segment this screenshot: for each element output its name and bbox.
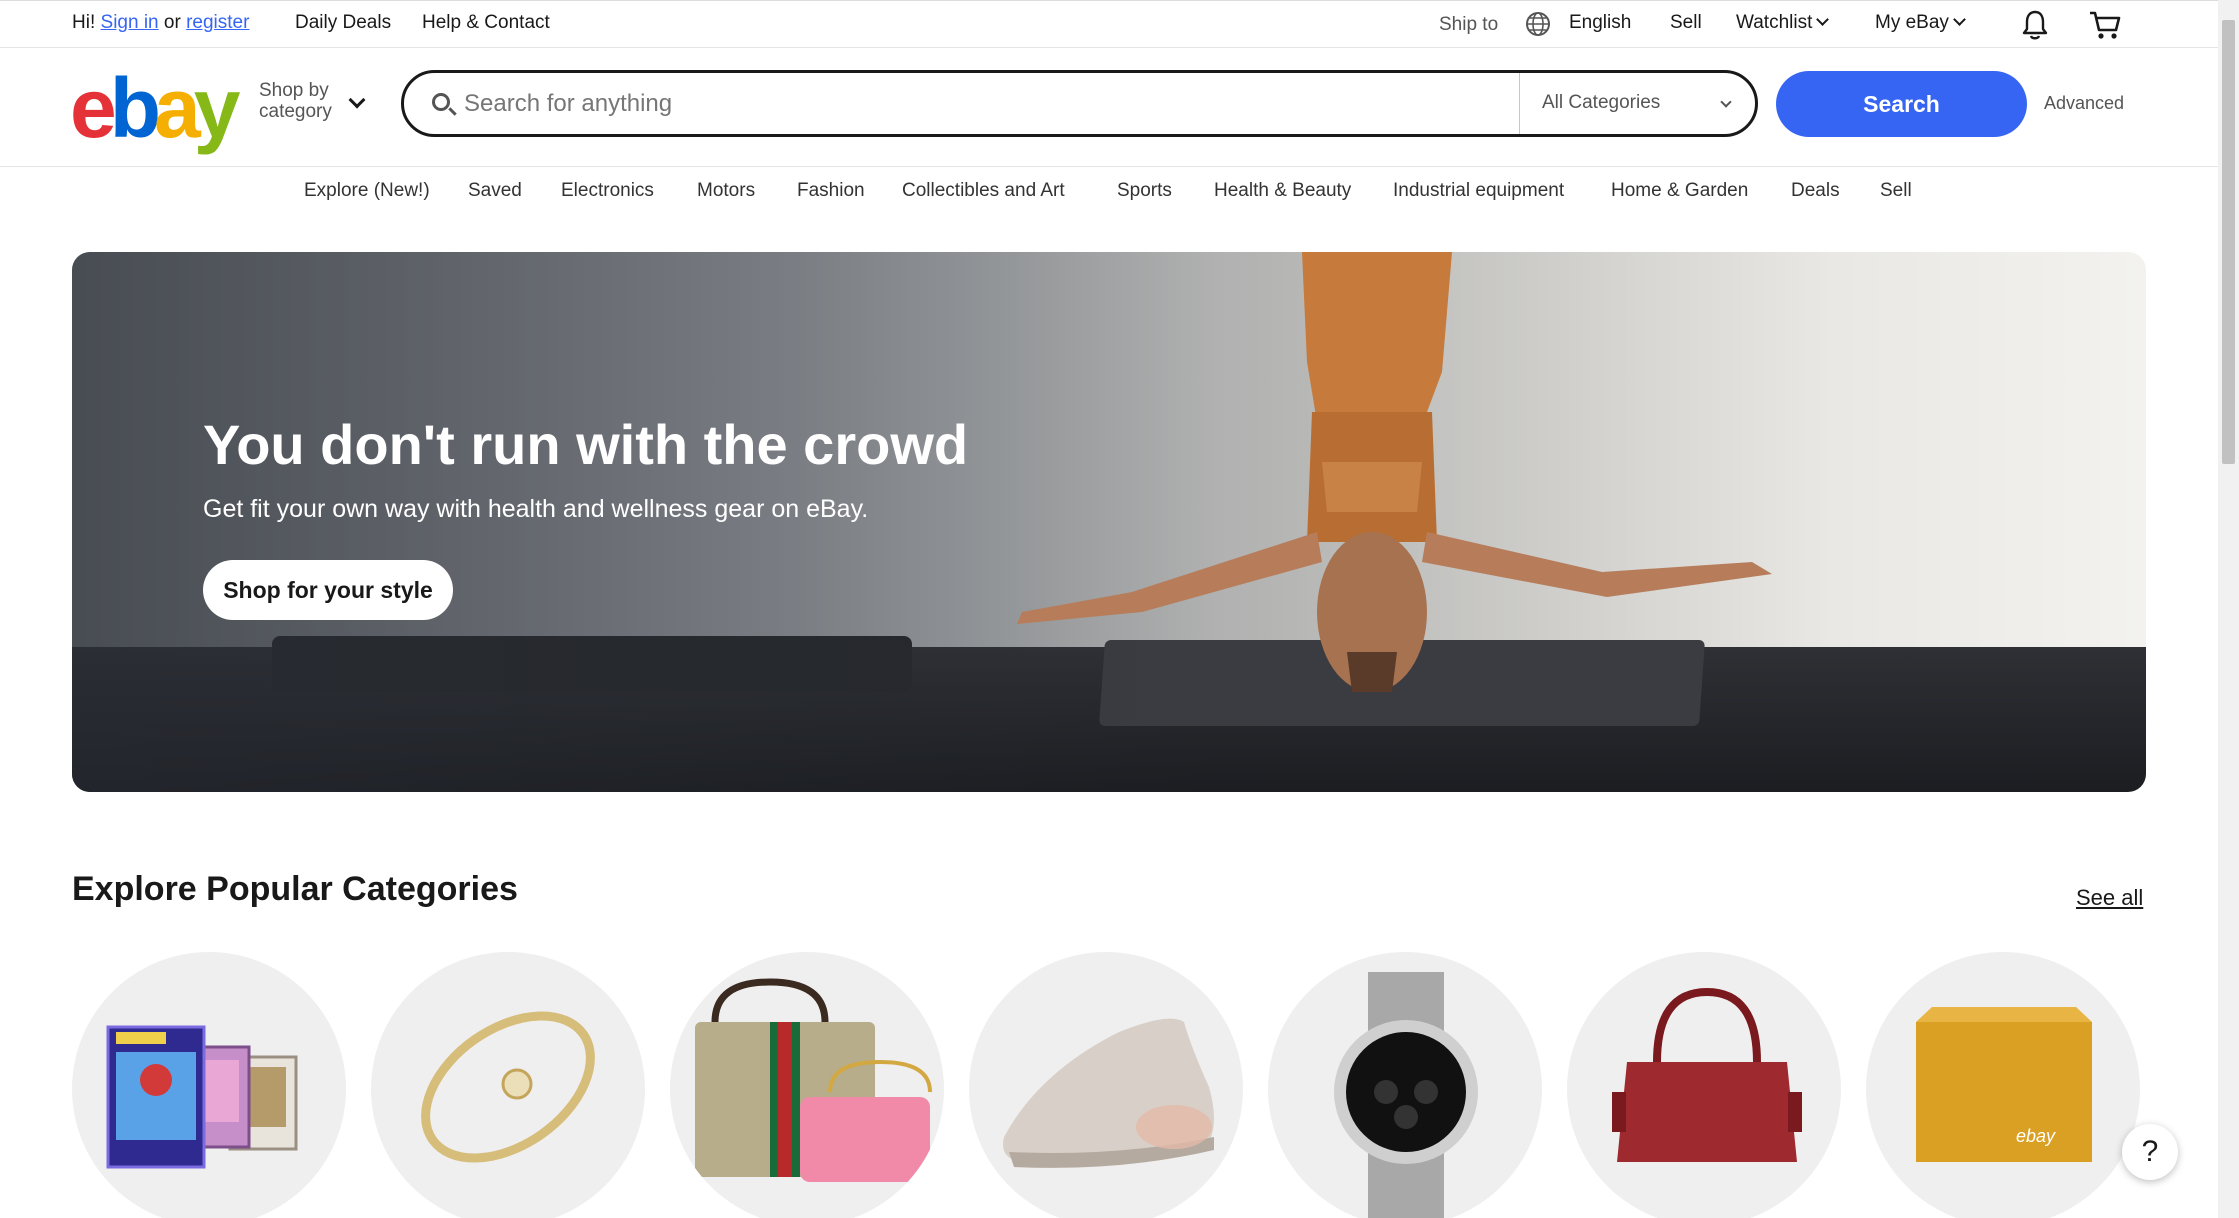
search-bar: All Categories bbox=[401, 70, 1758, 137]
search-divider bbox=[1519, 73, 1520, 134]
nav-item-health-beauty[interactable]: Health & Beauty bbox=[1214, 179, 1351, 203]
advanced-search-link[interactable]: Advanced bbox=[2044, 93, 2124, 114]
or-text: or bbox=[163, 12, 181, 33]
shop-by-line2: category bbox=[259, 101, 332, 122]
register-link[interactable]: register bbox=[186, 12, 249, 33]
category-collectible-cards[interactable] bbox=[72, 952, 346, 1218]
category-sneakers[interactable] bbox=[969, 952, 1243, 1218]
section-title: Explore Popular Categories bbox=[72, 870, 518, 908]
cart-icon[interactable] bbox=[2088, 9, 2122, 48]
watchlist-dropdown[interactable]: Watchlist bbox=[1736, 11, 1830, 35]
logo-letter-y: y bbox=[193, 61, 241, 155]
hero-title: You don't run with the crowd bbox=[203, 413, 969, 476]
nav-item-industrial[interactable]: Industrial equipment bbox=[1393, 179, 1564, 203]
shop-by-line1: Shop by bbox=[259, 80, 329, 101]
nav-item-sports[interactable]: Sports bbox=[1117, 179, 1172, 203]
language-selector[interactable]: English bbox=[1569, 11, 1631, 35]
chevron-down-icon bbox=[1816, 13, 1830, 26]
bracelet-image bbox=[421, 1011, 595, 1163]
sneaker-image bbox=[1003, 1018, 1214, 1168]
greeting-text: Hi! bbox=[72, 12, 96, 33]
my-ebay-label: My eBay bbox=[1875, 12, 1949, 33]
greeting: Hi! Sign in or register bbox=[72, 11, 249, 35]
see-all-link[interactable]: See all bbox=[2076, 885, 2143, 911]
shop-by-category-button[interactable]: Shop by category bbox=[259, 80, 332, 122]
nav-item-fashion[interactable]: Fashion bbox=[797, 179, 865, 203]
category-handbags[interactable] bbox=[670, 952, 944, 1218]
category-select[interactable]: All Categories bbox=[1542, 92, 1660, 114]
chevron-down-icon[interactable] bbox=[348, 91, 366, 109]
top-utility-bar: Hi! Sign in or register Daily Deals Help… bbox=[0, 0, 2218, 48]
sell-link[interactable]: Sell bbox=[1670, 11, 1702, 35]
nav-item-deals[interactable]: Deals bbox=[1791, 179, 1840, 203]
nav-item-motors[interactable]: Motors bbox=[697, 179, 755, 203]
trading-cards-image bbox=[106, 1025, 298, 1169]
daily-deals-link[interactable]: Daily Deals bbox=[295, 11, 391, 35]
red-handbag-image bbox=[1612, 987, 1802, 1162]
box-brand-text: ebay bbox=[2016, 1126, 2056, 1146]
globe-icon[interactable] bbox=[1525, 11, 1551, 44]
search-icon bbox=[432, 93, 450, 111]
logo-letter-e: e bbox=[70, 61, 117, 155]
watch-image bbox=[1334, 972, 1478, 1218]
header-divider bbox=[0, 166, 2218, 167]
category-jewelry[interactable] bbox=[371, 952, 645, 1218]
help-contact-link[interactable]: Help & Contact bbox=[422, 11, 550, 35]
category-other[interactable]: ebay bbox=[1866, 952, 2140, 1218]
category-watches[interactable] bbox=[1268, 952, 1542, 1218]
chevron-down-icon bbox=[1953, 13, 1966, 26]
category-handbag-red[interactable] bbox=[1567, 952, 1841, 1218]
page-scrollbar[interactable] bbox=[2218, 0, 2239, 1218]
hero-subtitle: Get fit your own way with health and wel… bbox=[203, 495, 869, 523]
shipping-box-image: ebay bbox=[1916, 1007, 2092, 1162]
logo-letter-b: b bbox=[109, 61, 161, 155]
watchlist-label: Watchlist bbox=[1736, 12, 1813, 33]
handbags-image bbox=[695, 978, 932, 1182]
ebay-logo[interactable]: ebay bbox=[70, 66, 240, 150]
chevron-down-icon[interactable] bbox=[1720, 96, 1732, 108]
nav-item-home-garden[interactable]: Home & Garden bbox=[1611, 179, 1748, 203]
nav-item-collectibles[interactable]: Collectibles and Art bbox=[902, 179, 1065, 203]
shop-for-your-style-button[interactable]: Shop for your style bbox=[203, 560, 453, 620]
nav-item-explore[interactable]: Explore (New!) bbox=[304, 179, 430, 203]
search-input[interactable] bbox=[464, 81, 1464, 127]
sign-in-link[interactable]: Sign in bbox=[101, 12, 159, 33]
logo-letter-a: a bbox=[154, 61, 201, 155]
search-button[interactable]: Search bbox=[1776, 71, 2027, 137]
my-ebay-dropdown[interactable]: My eBay bbox=[1875, 11, 1966, 35]
nav-item-sell[interactable]: Sell bbox=[1880, 179, 1912, 203]
nav-item-saved[interactable]: Saved bbox=[468, 179, 522, 203]
help-button[interactable]: ? bbox=[2122, 1124, 2178, 1180]
bell-icon[interactable] bbox=[2020, 9, 2050, 48]
scrollbar-thumb[interactable] bbox=[2222, 20, 2235, 464]
ship-to-button[interactable]: Ship to bbox=[1439, 13, 1498, 37]
hero-banner[interactable]: You don't run with the crowd Get fit you… bbox=[72, 252, 2146, 792]
nav-item-electronics[interactable]: Electronics bbox=[561, 179, 654, 203]
